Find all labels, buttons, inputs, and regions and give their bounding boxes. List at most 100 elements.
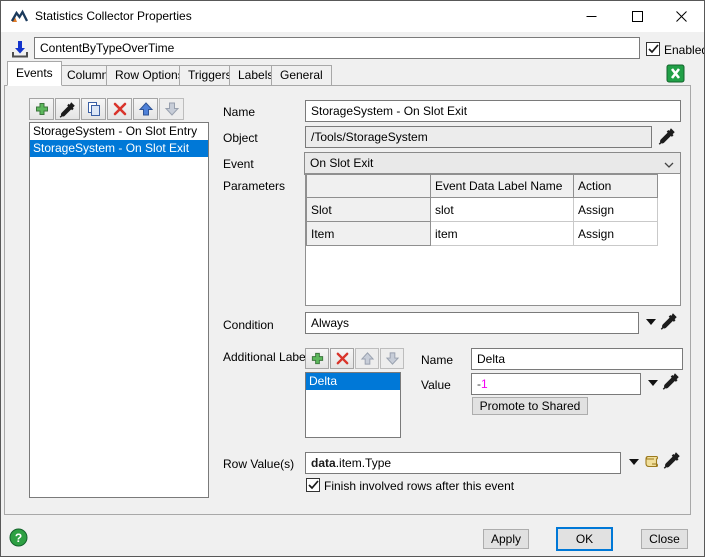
object-label: Object xyxy=(223,131,258,145)
condition-sampler-button[interactable] xyxy=(660,312,678,333)
close-dialog-button[interactable]: Close xyxy=(641,529,688,549)
maximize-icon xyxy=(632,11,643,22)
event-list-item-selected[interactable]: StorageSystem - On Slot Exit xyxy=(30,140,208,157)
arrow-down-icon xyxy=(164,101,180,117)
condition-input[interactable] xyxy=(305,312,639,334)
row-values-dropdown-button[interactable] xyxy=(629,459,639,465)
condition-label: Condition xyxy=(223,318,274,332)
close-icon xyxy=(676,11,687,22)
parameters-table: Event Data Label Name Action Slot slot A… xyxy=(305,173,681,306)
arrow-down-icon xyxy=(385,351,400,366)
label-name-input[interactable] xyxy=(471,348,683,370)
tab-bar: Events Columns Row Options Triggers Labe… xyxy=(7,61,507,86)
move-label-up-button[interactable] xyxy=(355,348,379,369)
apply-button[interactable]: Apply xyxy=(483,529,529,549)
eyedropper-icon xyxy=(660,312,678,330)
event-list-item[interactable]: StorageSystem - On Slot Entry xyxy=(30,123,208,140)
eyedropper-icon xyxy=(658,127,676,145)
delete-event-button[interactable] xyxy=(107,98,132,120)
events-listbox[interactable]: StorageSystem - On Slot Entry StorageSys… xyxy=(29,122,209,498)
import-arrow-icon xyxy=(11,40,29,59)
eyedropper-icon xyxy=(663,451,681,469)
row-values-input[interactable]: data.item.Type xyxy=(305,452,621,474)
parameter-row-slot: Slot slot Assign xyxy=(307,198,658,222)
row-values-sampler-button[interactable] xyxy=(663,451,681,472)
object-input[interactable] xyxy=(305,126,652,148)
additional-labels-listbox[interactable]: Delta xyxy=(305,372,401,438)
minimize-icon xyxy=(586,11,597,22)
check-icon xyxy=(308,480,319,490)
row-header-item[interactable]: Item xyxy=(307,222,431,246)
excel-icon xyxy=(666,64,685,83)
cell-item-label[interactable]: item xyxy=(431,222,574,246)
duplicate-event-button[interactable] xyxy=(81,98,106,120)
import-name-button[interactable] xyxy=(9,38,31,60)
plus-icon xyxy=(310,351,325,366)
window-title: Statistics Collector Properties xyxy=(35,1,192,32)
condition-dropdown-button[interactable] xyxy=(646,319,656,325)
close-button[interactable] xyxy=(659,1,704,32)
promote-to-shared-button[interactable]: Promote to Shared xyxy=(472,397,588,415)
copy-icon xyxy=(86,101,102,117)
arrow-up-icon xyxy=(138,101,154,117)
object-sampler-button[interactable] xyxy=(658,127,676,148)
row-values-expression: .item.Type xyxy=(336,456,391,470)
check-icon xyxy=(648,44,659,54)
plus-icon xyxy=(34,101,50,117)
tab-general[interactable]: General xyxy=(271,65,332,86)
additional-labels-label: Additional Labels xyxy=(223,350,314,364)
label-name-label: Name xyxy=(421,353,453,367)
flexsim-logo-icon xyxy=(11,9,28,25)
header-cell-action: Action xyxy=(574,175,658,198)
row-header-slot[interactable]: Slot xyxy=(307,198,431,222)
minimize-button[interactable] xyxy=(568,1,614,32)
delete-x-icon xyxy=(112,101,128,117)
add-label-button[interactable] xyxy=(305,348,329,369)
enabled-checkbox[interactable] xyxy=(646,42,660,56)
add-event-button[interactable] xyxy=(29,98,54,120)
help-button[interactable]: ? xyxy=(9,528,28,547)
sample-event-button[interactable] xyxy=(55,98,80,120)
collector-name-input[interactable] xyxy=(34,37,640,59)
title-bar: Statistics Collector Properties xyxy=(1,1,704,32)
tab-events[interactable]: Events xyxy=(7,61,62,86)
event-label: Event xyxy=(223,157,254,171)
delete-x-icon xyxy=(335,351,350,366)
ok-button[interactable]: OK xyxy=(556,527,613,551)
svg-text:?: ? xyxy=(15,531,22,545)
label-list-item-selected[interactable]: Delta xyxy=(306,373,400,390)
enabled-label: Enabled xyxy=(664,43,705,57)
delete-label-button[interactable] xyxy=(330,348,354,369)
value-sampler-button[interactable] xyxy=(662,372,680,393)
header-cell-event-data-label: Event Data Label Name xyxy=(431,175,574,198)
value-dropdown-button[interactable] xyxy=(648,380,658,386)
export-to-excel-button[interactable] xyxy=(664,62,686,84)
eyedropper-icon xyxy=(59,101,76,118)
cell-slot-action[interactable]: Assign xyxy=(574,198,658,222)
label-value-label: Value xyxy=(421,378,451,392)
event-name-input[interactable] xyxy=(305,100,681,122)
parameters-label: Parameters xyxy=(223,179,285,193)
parameter-row-item: Item item Assign xyxy=(307,222,658,246)
cell-slot-label[interactable]: slot xyxy=(431,198,574,222)
row-values-keyword: data xyxy=(311,456,336,470)
cell-item-action[interactable]: Assign xyxy=(574,222,658,246)
event-combobox[interactable]: On Slot Exit xyxy=(304,152,681,175)
finish-rows-label: Finish involved rows after this event xyxy=(324,479,514,493)
header-cell-blank xyxy=(307,175,431,198)
maximize-button[interactable] xyxy=(614,1,660,32)
code-scroll-icon xyxy=(643,453,660,470)
value-number-literal: 1 xyxy=(481,377,488,391)
statistics-collector-properties-dialog: Statistics Collector Properties Enabled … xyxy=(0,0,705,557)
move-event-up-button[interactable] xyxy=(133,98,158,120)
parameters-header-row: Event Data Label Name Action xyxy=(307,175,658,198)
move-event-down-button[interactable] xyxy=(159,98,184,120)
eyedropper-icon xyxy=(662,372,680,390)
event-combobox-value: On Slot Exit xyxy=(310,156,373,170)
label-value-input[interactable]: -1 xyxy=(471,373,641,395)
chevron-down-icon xyxy=(664,162,674,168)
move-label-down-button[interactable] xyxy=(380,348,404,369)
help-icon: ? xyxy=(9,528,28,547)
finish-rows-checkbox[interactable] xyxy=(306,478,320,492)
row-values-code-button[interactable] xyxy=(643,453,660,473)
